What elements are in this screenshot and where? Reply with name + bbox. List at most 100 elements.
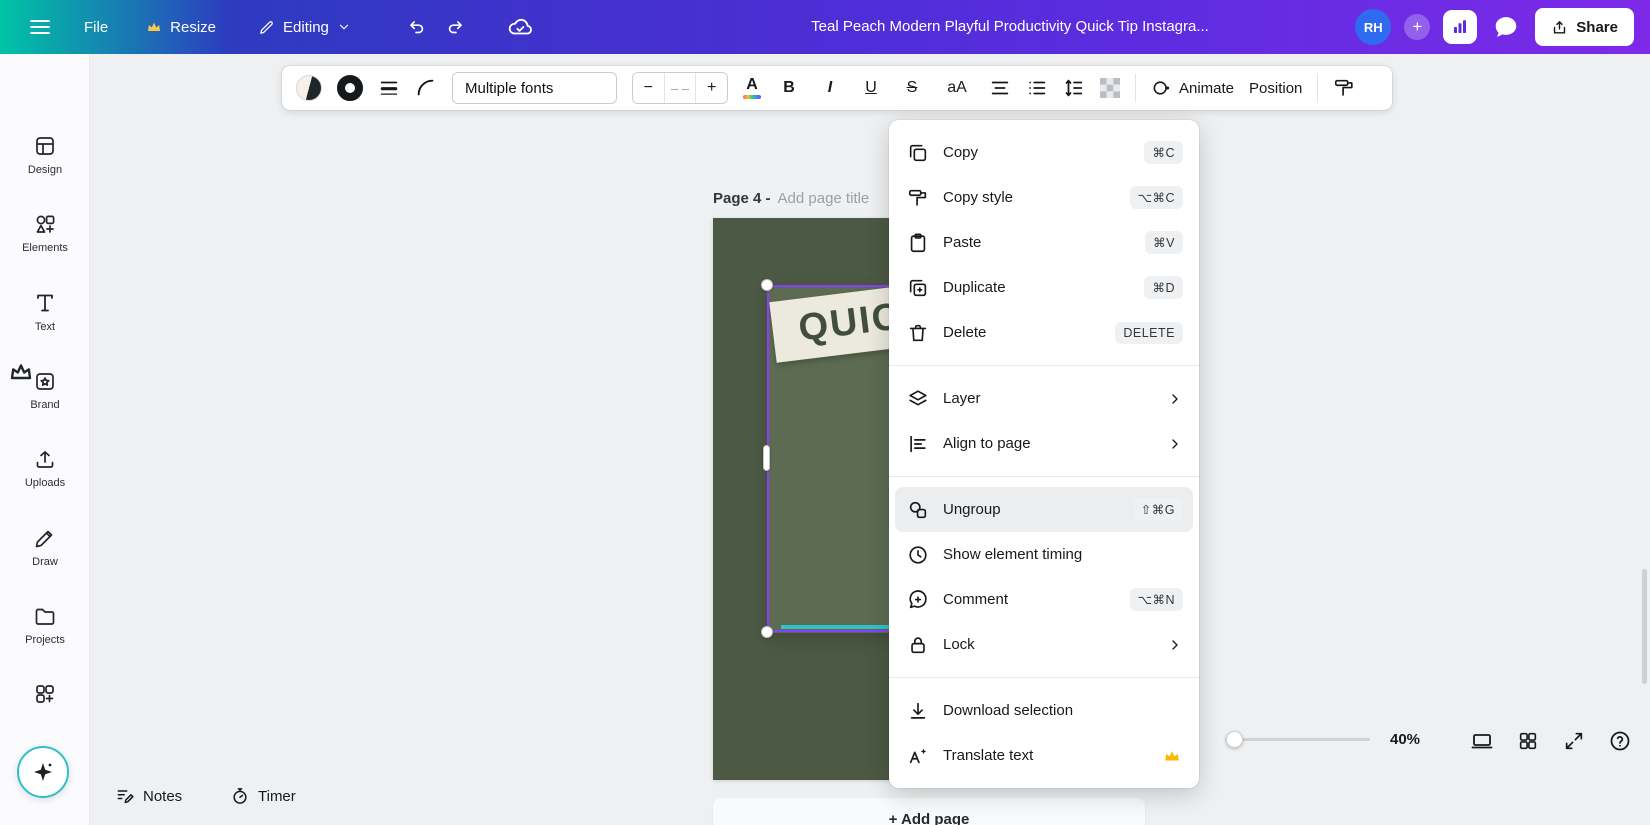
menu-item-show-element-timing[interactable]: Show element timing [895, 532, 1193, 577]
sidebar-item-brand[interactable]: Brand [0, 369, 90, 411]
file-menu-button[interactable]: File [84, 19, 108, 36]
sidebar-item-elements[interactable]: Elements [0, 212, 90, 254]
sidebar-label: Design [28, 164, 62, 176]
menu-item-download-selection[interactable]: Download selection [895, 688, 1193, 733]
menu-item-label: Translate text [943, 747, 1163, 764]
menu-item-align-to-page[interactable]: Align to page [895, 421, 1193, 466]
draw-icon [33, 526, 57, 550]
sidebar-item-text[interactable]: Text [0, 291, 90, 333]
copy-style-button[interactable] [1333, 77, 1355, 99]
menu-item-label: Copy style [943, 189, 1130, 206]
list-button[interactable] [1026, 77, 1048, 99]
menu-item-copy[interactable]: Copy ⌘C [895, 130, 1193, 175]
ungroup-icon [907, 499, 929, 521]
sidebar-item-projects[interactable]: Projects [0, 604, 90, 646]
duplicate-icon [907, 277, 929, 299]
bold-button[interactable]: B [776, 74, 802, 102]
font-size-decrease-button[interactable]: − [633, 73, 664, 103]
resize-handle-bottom-left[interactable] [761, 626, 773, 638]
insights-button[interactable] [1443, 10, 1477, 44]
menu-item-copy-style[interactable]: Copy style ⌥⌘C [895, 175, 1193, 220]
strikethrough-button[interactable]: S [899, 74, 925, 102]
add-member-button[interactable]: + [1404, 14, 1430, 40]
document-title[interactable]: Teal Peach Modern Playful Productivity Q… [780, 0, 1240, 54]
resize-handle-left[interactable] [763, 445, 770, 471]
notes-label: Notes [143, 788, 182, 805]
canvas-area: Page 4 - Add page title QUICK TIP Focus … [91, 54, 1650, 825]
resize-handle-top-left[interactable] [761, 279, 773, 291]
redo-button[interactable] [445, 16, 467, 38]
menu-item-label: Ungroup [943, 501, 1133, 518]
position-button[interactable]: Position [1249, 80, 1302, 97]
timer-button[interactable]: Timer [230, 786, 296, 806]
editing-mode-dropdown[interactable]: Editing [258, 19, 351, 36]
underline-button[interactable]: U [858, 74, 884, 102]
add-page-button[interactable]: + Add page [713, 798, 1145, 825]
font-family-selector[interactable]: Multiple fonts [452, 72, 617, 104]
sidebar-label: Elements [22, 242, 68, 254]
notes-button[interactable]: Notes [115, 786, 182, 806]
menu-icon[interactable] [30, 20, 50, 34]
text-case-button[interactable]: aA [940, 74, 974, 102]
translate-icon [907, 745, 929, 767]
menu-item-layer[interactable]: Layer [895, 376, 1193, 421]
menu-item-paste[interactable]: Paste ⌘V [895, 220, 1193, 265]
resize-label: Resize [170, 19, 216, 36]
animate-label: Animate [1179, 80, 1234, 97]
toolbar-divider [1317, 74, 1318, 102]
align-icon [907, 433, 929, 455]
border-weight-button[interactable] [378, 77, 400, 99]
shortcut-badge: ⌥⌘N [1130, 588, 1183, 611]
spacing-button[interactable] [1063, 77, 1085, 99]
menu-item-delete[interactable]: Delete DELETE [895, 310, 1193, 355]
design-icon [33, 134, 57, 158]
sidebar-item-design[interactable]: Design [0, 134, 90, 176]
text-align-button[interactable] [989, 77, 1011, 99]
page-title-input[interactable]: Add page title [778, 190, 870, 207]
comments-button[interactable] [1490, 11, 1522, 43]
transparency-button[interactable] [1100, 78, 1120, 98]
color-swatch-button[interactable] [296, 75, 322, 101]
animate-icon [1151, 78, 1171, 98]
line-spacing-icon [1063, 77, 1085, 99]
pages-view-button[interactable] [1468, 727, 1496, 755]
speech-bubble-icon [1492, 13, 1520, 41]
menu-item-lock[interactable]: Lock [895, 622, 1193, 667]
menu-divider [889, 677, 1199, 678]
share-button[interactable]: Share [1535, 8, 1634, 46]
undo-button[interactable] [405, 16, 427, 38]
animate-button[interactable]: Animate [1151, 78, 1234, 98]
zoom-slider-handle[interactable] [1226, 731, 1243, 748]
pro-crown-icon [1163, 747, 1181, 765]
text-color-glyph: A [746, 77, 758, 93]
grid-view-button[interactable] [1514, 727, 1542, 755]
font-size-value[interactable]: – – [664, 73, 697, 103]
menu-divider [889, 476, 1199, 477]
help-button[interactable] [1606, 727, 1634, 755]
resize-button[interactable]: Resize [146, 19, 216, 36]
fullscreen-button[interactable] [1560, 727, 1588, 755]
border-color-button[interactable] [337, 75, 363, 101]
page-number-label[interactable]: Page 4 - [713, 190, 771, 207]
menu-item-comment[interactable]: Comment ⌥⌘N [895, 577, 1193, 622]
font-size-increase-button[interactable]: + [696, 73, 727, 103]
menu-item-duplicate[interactable]: Duplicate ⌘D [895, 265, 1193, 310]
shortcut-badge: ⇧⌘G [1133, 498, 1183, 521]
sidebar-item-apps[interactable] [0, 682, 90, 712]
line-curve-button[interactable] [415, 77, 437, 99]
zoom-level[interactable]: 40% [1390, 731, 1420, 748]
vertical-scrollbar[interactable] [1642, 569, 1647, 684]
sidebar-item-uploads[interactable]: Uploads [0, 447, 90, 489]
submenu-chevron-icon [1167, 436, 1183, 452]
toolbar-divider [1135, 74, 1136, 102]
italic-button[interactable]: I [817, 74, 843, 102]
save-status-button[interactable] [507, 14, 533, 40]
text-color-button[interactable]: A [743, 77, 761, 99]
magic-assistant-button[interactable] [17, 746, 69, 798]
avatar[interactable]: RH [1355, 9, 1391, 45]
menu-item-ungroup[interactable]: Ungroup ⇧⌘G [895, 487, 1193, 532]
menu-item-translate-text[interactable]: Translate text [895, 733, 1193, 778]
zoom-slider[interactable] [1225, 738, 1370, 741]
sidebar-item-draw[interactable]: Draw [0, 526, 90, 568]
editing-label: Editing [283, 19, 329, 36]
